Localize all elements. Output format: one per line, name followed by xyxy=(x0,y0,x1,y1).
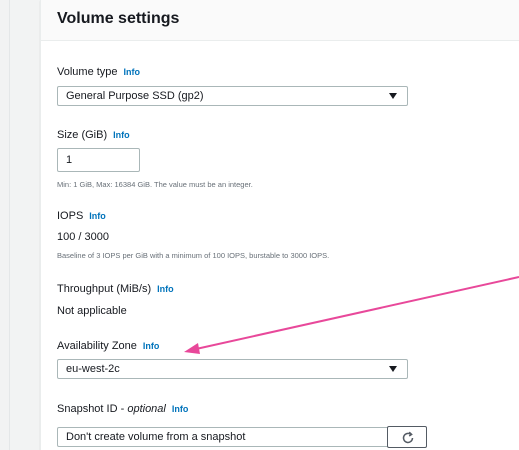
snapshot-info-link[interactable]: Info xyxy=(172,404,189,414)
size-label-row: Size (GiB) Info xyxy=(57,129,130,141)
snapshot-label-row: Snapshot ID - optional Info xyxy=(57,403,188,415)
throughput-info-link[interactable]: Info xyxy=(157,284,174,294)
availability-zone-label: Availability Zone xyxy=(57,340,137,352)
size-input[interactable] xyxy=(57,148,140,172)
volume-type-value: General Purpose SSD (gp2) xyxy=(66,90,204,102)
throughput-label: Throughput (MiB/s) xyxy=(57,283,152,295)
caret-down-icon xyxy=(389,366,397,372)
iops-label-row: IOPS Info xyxy=(57,210,106,222)
availability-zone-info-link[interactable]: Info xyxy=(143,341,160,351)
volume-settings-panel: Volume settings Volume type Info General… xyxy=(40,0,519,450)
iops-info-link[interactable]: Info xyxy=(89,211,106,221)
page: Volume settings Volume type Info General… xyxy=(0,0,519,450)
iops-label: IOPS xyxy=(57,210,84,222)
volume-type-info-link[interactable]: Info xyxy=(124,67,141,77)
throughput-label-row: Throughput (MiB/s) Info xyxy=(57,283,174,295)
iops-value: 100 / 3000 xyxy=(57,231,109,243)
iops-hint: Baseline of 3 IOPS per GiB with a minimu… xyxy=(57,251,330,260)
snapshot-select[interactable]: Don't create volume from a snapshot xyxy=(57,427,414,447)
snapshot-value: Don't create volume from a snapshot xyxy=(66,431,246,443)
size-info-link[interactable]: Info xyxy=(113,130,130,140)
volume-type-label-row: Volume type Info xyxy=(57,66,140,78)
left-rail xyxy=(0,0,10,450)
snapshot-optional-label: optional xyxy=(127,403,166,415)
availability-zone-value: eu-west-2c xyxy=(66,363,120,375)
snapshot-label: Snapshot ID - optional xyxy=(57,403,166,415)
availability-zone-label-row: Availability Zone Info xyxy=(57,340,159,352)
volume-type-select[interactable]: General Purpose SSD (gp2) xyxy=(57,86,408,106)
size-hint: Min: 1 GiB, Max: 16384 GiB. The value mu… xyxy=(57,180,253,189)
throughput-value: Not applicable xyxy=(57,305,127,317)
panel-title: Volume settings xyxy=(57,10,180,27)
volume-type-label: Volume type xyxy=(57,66,118,78)
refresh-button[interactable] xyxy=(387,426,427,448)
caret-down-icon xyxy=(389,93,397,99)
availability-zone-select[interactable]: eu-west-2c xyxy=(57,359,408,379)
size-label: Size (GiB) xyxy=(57,129,108,141)
panel-header: Volume settings xyxy=(41,0,519,41)
refresh-icon xyxy=(402,431,414,444)
